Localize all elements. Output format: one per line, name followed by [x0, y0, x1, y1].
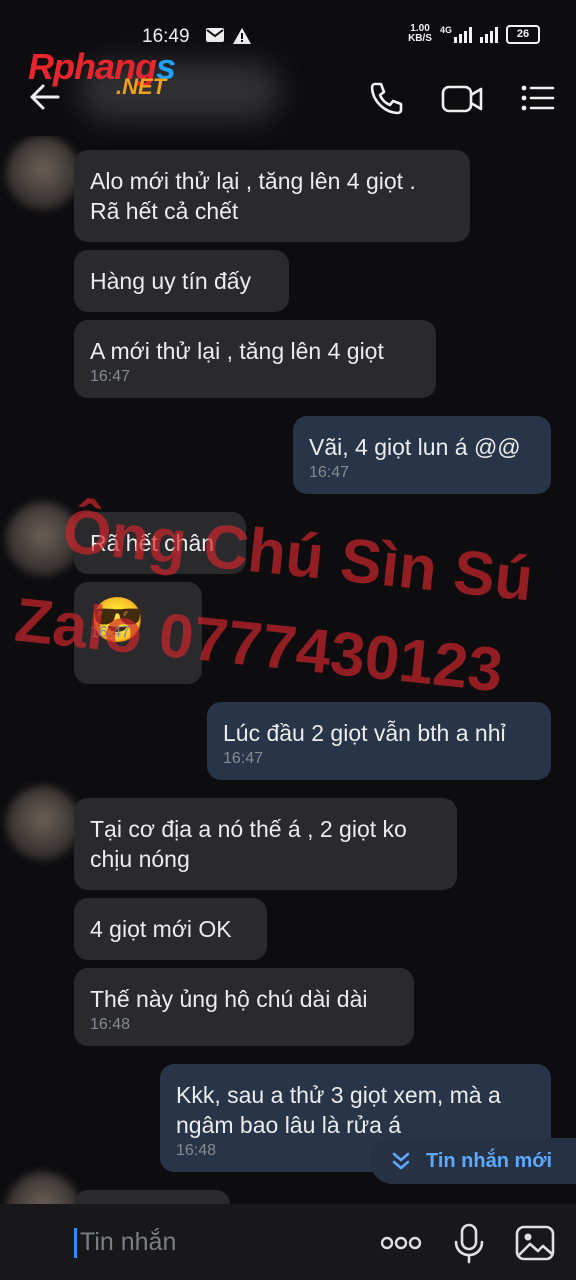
message-time: 16:47	[90, 368, 131, 385]
mail-icon	[205, 27, 225, 48]
avatar[interactable]	[6, 786, 80, 860]
message-text: Hàng uy tín đấy	[90, 268, 252, 294]
message-text: A mới thử lại , tăng lên 4 giọt	[90, 338, 384, 364]
microphone-icon	[454, 1223, 484, 1264]
message-text: Kkk, sau a thử 3 giọt xem, mà a ngâm bao…	[176, 1082, 501, 1138]
message-list[interactable]: Alo mới thử lại , tăng lên 4 giọt . Rã h…	[0, 136, 576, 1204]
message-bubble-incoming[interactable]	[74, 1190, 230, 1204]
message-time: 16:48	[90, 1016, 131, 1033]
network-speed: 1.00 KB/S	[408, 24, 432, 44]
message-input-bar: Tin nhắn	[0, 1204, 576, 1280]
image-button[interactable]	[514, 1222, 556, 1264]
message-text: Thế này ủng hộ chú dài dài	[90, 986, 368, 1012]
signal-icon: 4G	[440, 25, 472, 43]
battery-indicator: 26	[506, 24, 540, 44]
message-bubble-incoming[interactable]: 4 giọt mới OK	[74, 898, 267, 960]
message-text: Vãi, 4 giọt lun á @@	[309, 434, 521, 460]
message-text: 4 giọt mới OK	[90, 916, 232, 942]
message-text: Alo mới thử lại , tăng lên 4 giọt . Rã h…	[90, 168, 416, 224]
signal-icon	[480, 25, 498, 43]
video-call-icon	[441, 85, 483, 113]
voice-button[interactable]	[448, 1222, 490, 1264]
message-text: Tại cơ địa a nó thế á , 2 giọt ko chịu n…	[90, 816, 407, 872]
avatar[interactable]	[6, 1172, 80, 1204]
logo-suffix: .NET	[116, 74, 167, 99]
back-arrow-icon	[30, 84, 60, 110]
warning-icon	[232, 27, 252, 50]
status-right: 1.00 KB/S 4G 26	[408, 24, 540, 44]
more-button[interactable]	[380, 1222, 422, 1264]
message-bubble-incoming[interactable]: Thế này ủng hộ chú dài dài 16:48	[74, 968, 414, 1046]
message-bubble-incoming[interactable]: Hàng uy tín đấy	[74, 250, 289, 312]
video-call-button[interactable]	[440, 78, 484, 118]
message-bubble-incoming[interactable]: A mới thử lại , tăng lên 4 giọt 16:47	[74, 320, 436, 398]
message-bubble-outgoing[interactable]: Vãi, 4 giọt lun á @@ 16:47	[293, 416, 551, 494]
message-bubble-outgoing[interactable]: Lúc đầu 2 giọt vẫn bth a nhỉ 16:47	[207, 702, 551, 780]
message-bubble-incoming[interactable]: Alo mới thử lại , tăng lên 4 giọt . Rã h…	[74, 150, 470, 242]
text-cursor	[74, 1228, 77, 1258]
menu-icon	[521, 85, 555, 111]
message-text: Lúc đầu 2 giọt vẫn bth a nhỉ	[223, 720, 506, 746]
menu-button[interactable]	[518, 78, 558, 118]
call-button[interactable]	[366, 78, 406, 118]
chat-header: Rphangs .NET	[0, 46, 576, 136]
more-icon	[380, 1236, 422, 1250]
message-time: 16:47	[223, 750, 264, 767]
status-time: 16:49	[142, 26, 190, 47]
new-message-label: Tin nhắn mới	[426, 1149, 553, 1172]
phone-icon	[370, 82, 403, 115]
image-icon	[515, 1225, 555, 1261]
speed-unit: KB/S	[408, 33, 432, 44]
back-button[interactable]	[28, 80, 62, 116]
avatar[interactable]	[6, 136, 80, 210]
message-bubble-incoming[interactable]: Tại cơ địa a nó thế á , 2 giọt ko chịu n…	[74, 798, 457, 890]
message-time: 16:47	[309, 464, 350, 481]
network-type: 4G	[439, 25, 452, 35]
new-message-button[interactable]: Tin nhắn mới	[370, 1138, 576, 1184]
message-input[interactable]: Tin nhắn	[80, 1228, 176, 1257]
chevron-down-icon	[392, 1152, 410, 1170]
